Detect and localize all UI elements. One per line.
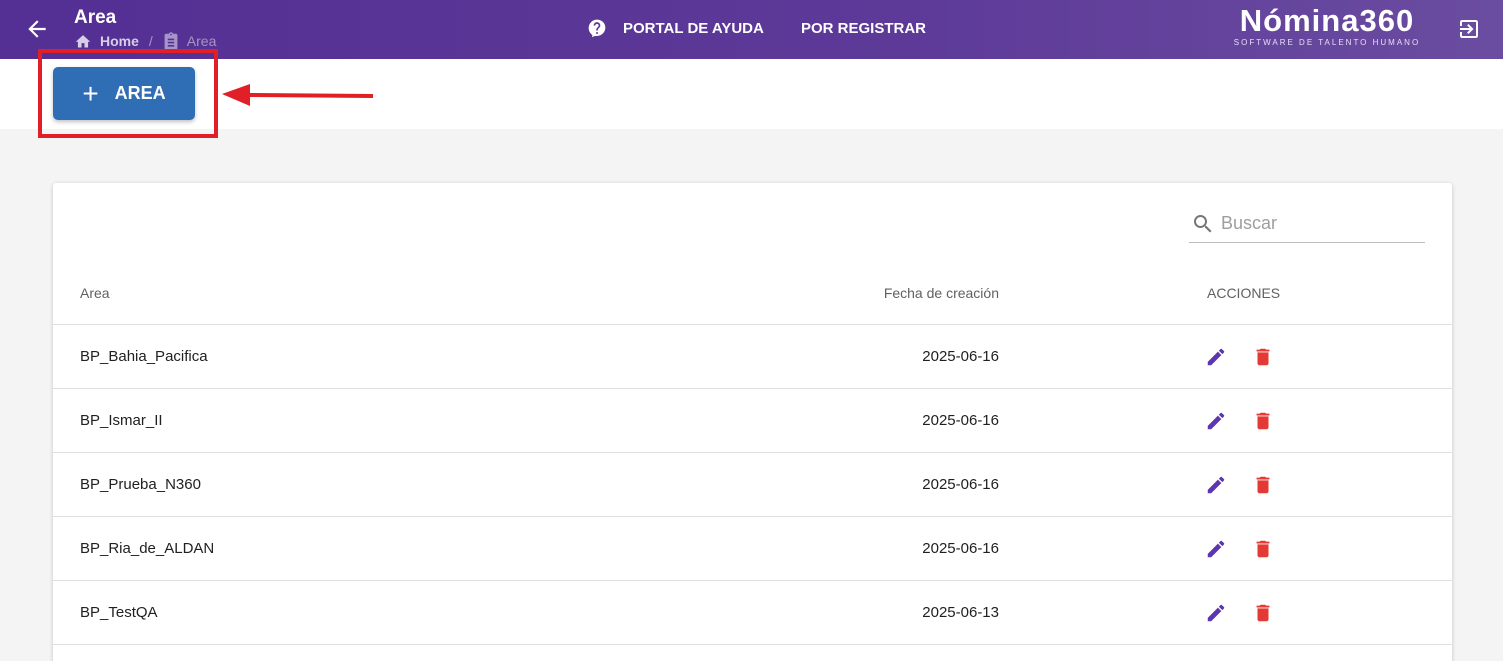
cell-fecha: 2025-06-16 <box>922 476 999 493</box>
column-header-fecha[interactable]: Fecha de creación <box>884 285 999 301</box>
logout-icon[interactable] <box>1457 17 1481 41</box>
cell-area: BP_Ria_de_ALDAN <box>80 540 215 557</box>
clipboard-icon <box>164 32 178 50</box>
cell-area: BP_Ismar_II <box>80 412 163 429</box>
breadcrumb-home[interactable]: Home <box>74 33 139 49</box>
breadcrumb: Home / Area <box>74 32 216 50</box>
edit-pencil-icon[interactable] <box>1205 538 1227 560</box>
nav-help-portal[interactable]: PORTAL DE AYUDA <box>587 18 764 38</box>
help-circle-icon <box>588 19 606 38</box>
cell-fecha: 2025-06-13 <box>922 604 999 621</box>
cell-fecha: 2025-06-16 <box>922 348 999 365</box>
cell-area: BP_Bahia_Pacifica <box>80 348 208 365</box>
cell-fecha: 2025-06-16 <box>922 540 999 557</box>
edit-pencil-icon[interactable] <box>1205 474 1227 496</box>
back-arrow-icon[interactable] <box>24 16 50 42</box>
search-box <box>1189 205 1425 243</box>
breadcrumb-current-label: Area <box>186 33 217 49</box>
edit-pencil-icon[interactable] <box>1205 410 1227 432</box>
page-title: Area <box>74 7 117 28</box>
area-table-card: Area Fecha de creación ACCIONES BP_Bahia… <box>53 183 1452 661</box>
add-area-button[interactable]: + AREA <box>53 67 195 120</box>
home-icon <box>75 35 91 48</box>
logo-main-text: Nómina360 <box>1239 3 1415 38</box>
nav-por-registrar[interactable]: POR REGISTRAR <box>801 20 926 37</box>
table-row: BP_Prueba_N360 2025-06-16 <box>53 453 1452 517</box>
breadcrumb-separator: / <box>148 33 153 49</box>
cell-fecha: 2025-06-16 <box>922 412 999 429</box>
breadcrumb-current: Area <box>163 32 217 50</box>
cell-area: BP_Prueba_N360 <box>80 476 201 493</box>
edit-pencil-icon[interactable] <box>1205 346 1227 368</box>
search-icon <box>1194 214 1212 232</box>
table-row: BP_Ismar_II 2025-06-16 <box>53 389 1452 453</box>
top-app-bar: Area Home / Area PORTAL DE AYUDA POR REG… <box>0 0 1503 59</box>
delete-trash-icon[interactable] <box>1252 538 1274 560</box>
cell-area: BP_TestQA <box>80 604 158 621</box>
search-input[interactable] <box>1221 213 1421 234</box>
delete-trash-icon[interactable] <box>1252 410 1274 432</box>
column-header-area[interactable]: Area <box>80 285 110 301</box>
delete-trash-icon[interactable] <box>1252 474 1274 496</box>
delete-trash-icon[interactable] <box>1252 602 1274 624</box>
action-bar: + AREA <box>0 59 1503 129</box>
column-header-acciones: ACCIONES <box>1207 285 1281 301</box>
logo-tagline: SOFTWARE DE TALENTO HUMANO <box>1233 38 1421 47</box>
plus-icon: + <box>82 77 99 109</box>
brand-logo: Nómina360 SOFTWARE DE TALENTO HUMANO <box>1226 4 1428 48</box>
edit-pencil-icon[interactable] <box>1205 602 1227 624</box>
table-row: BP_TestQA 2025-06-13 <box>53 581 1452 645</box>
add-area-label: AREA <box>114 83 166 103</box>
table-row: BP_Bahia_Pacifica 2025-06-16 <box>53 325 1452 389</box>
breadcrumb-home-label: Home <box>100 33 139 49</box>
delete-trash-icon[interactable] <box>1252 346 1274 368</box>
table-row: BP_Ria_de_ALDAN 2025-06-16 <box>53 517 1452 581</box>
nav-help-label: PORTAL DE AYUDA <box>623 19 764 37</box>
